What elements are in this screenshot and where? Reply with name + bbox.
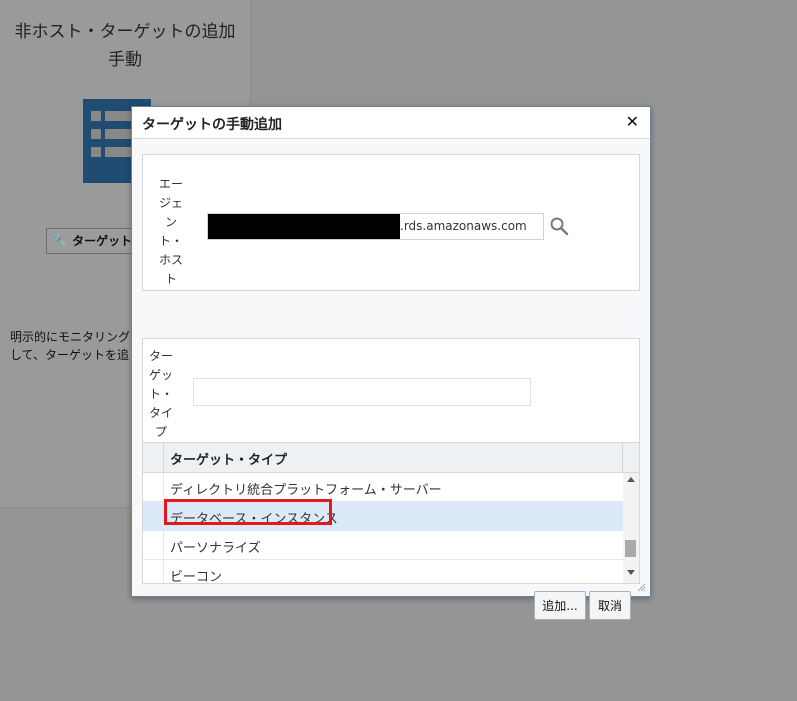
background-title-line1: 非ホスト・ターゲットの追加 xyxy=(14,22,236,42)
table-row[interactable]: ディレクトリ統合プラットフォーム・サーバー xyxy=(143,473,623,502)
agent-host-label-line: エー xyxy=(158,177,183,191)
form-list-icon-bullet xyxy=(91,111,101,121)
target-type-label: ター ゲッ ト・ タイ プ xyxy=(147,347,175,442)
header-scroll-spacer xyxy=(622,443,639,472)
table-header: ターゲット・タイプ xyxy=(143,442,639,473)
redacted-hostname xyxy=(208,214,400,239)
scroll-up-arrow-icon[interactable] xyxy=(627,477,635,482)
target-type-label-line: ト・ xyxy=(148,387,173,401)
resize-grip-icon[interactable] xyxy=(636,582,646,592)
add-target-manually-dialog: ターゲットの手動追加 ✕ エー ジェ ン ト・ ホス ト .rds.amazon… xyxy=(131,106,651,620)
table-row[interactable]: ビーコン xyxy=(143,560,623,583)
target-type-table: ターゲット・タイプ ディレクトリ統合プラットフォーム・サーバー データベース・イ… xyxy=(143,442,639,583)
target-type-input[interactable] xyxy=(193,378,531,406)
row-select-cell xyxy=(143,473,164,501)
add-button[interactable]: 追加... xyxy=(534,591,586,620)
magnifier-icon[interactable] xyxy=(549,216,569,236)
table-scrollbar[interactable] xyxy=(623,473,639,583)
dialog-header: ターゲットの手動追加 ✕ xyxy=(132,107,650,139)
wrench-icon: 🔧 xyxy=(53,234,68,248)
close-icon[interactable]: ✕ xyxy=(626,112,639,131)
target-type-label-line: プ xyxy=(154,425,167,439)
background-description: 明示的にモニタリング して、ターゲットを追 xyxy=(10,328,132,364)
row-select-cell xyxy=(143,560,164,583)
dialog-title: ターゲットの手動追加 xyxy=(142,117,282,133)
background-title-line2: 手動 xyxy=(108,50,142,70)
agent-host-value-suffix: .rds.amazonaws.com xyxy=(400,219,527,233)
target-type-label-line: ター xyxy=(148,349,173,363)
agent-host-label: エー ジェ ン ト・ ホス ト xyxy=(155,175,187,289)
row-label: データベース・インスタンス xyxy=(170,512,338,527)
background-title: 非ホスト・ターゲットの追加 手動 xyxy=(0,18,250,74)
column-header-target-type[interactable]: ターゲット・タイプ xyxy=(170,449,287,468)
cancel-button[interactable]: 取消 xyxy=(589,591,631,620)
agent-host-input[interactable]: .rds.amazonaws.com xyxy=(207,213,544,240)
dialog-body: エー ジェ ン ト・ ホス ト .rds.amazonaws.com ター ゲッ… xyxy=(132,139,650,620)
background-description-line1: 明示的にモニタリング xyxy=(10,330,131,344)
scroll-down-arrow-icon[interactable] xyxy=(627,570,635,575)
row-label: パーソナライズ xyxy=(170,541,261,556)
agent-host-label-line: ト・ xyxy=(158,234,183,248)
table-body: ディレクトリ統合プラットフォーム・サーバー データベース・インスタンス パーソナ… xyxy=(143,473,623,583)
scrollbar-thumb[interactable] xyxy=(625,540,636,557)
table-row[interactable]: パーソナライズ xyxy=(143,531,623,560)
row-label: ビーコン xyxy=(170,570,223,583)
target-type-label-line: タイ xyxy=(148,406,173,420)
row-label: ディレクトリ統合プラットフォーム・サーバー xyxy=(170,483,442,498)
agent-host-label-line: ト xyxy=(164,272,177,286)
header-select-column xyxy=(143,443,164,472)
target-type-label-line: ゲッ xyxy=(148,368,173,382)
target-type-section: ター ゲッ ト・ タイ プ ターゲット・タイプ ディレクトリ統合プラットフォーム… xyxy=(142,338,640,584)
agent-host-section: エー ジェ ン ト・ ホス ト .rds.amazonaws.com xyxy=(142,154,640,291)
table-row-selected[interactable]: データベース・インスタンス xyxy=(143,499,623,531)
background-button-label: ターゲット xyxy=(72,234,133,248)
agent-host-label-line: ジェ xyxy=(158,196,183,210)
background-description-line2: して、ターゲットを追 xyxy=(10,348,130,362)
agent-host-label-line: ホス xyxy=(158,253,183,267)
row-select-cell xyxy=(143,531,164,559)
row-select-cell xyxy=(143,502,164,530)
form-list-icon-bullet xyxy=(91,129,101,139)
form-list-icon-bullet xyxy=(91,147,101,157)
agent-host-label-line: ン xyxy=(164,215,177,229)
